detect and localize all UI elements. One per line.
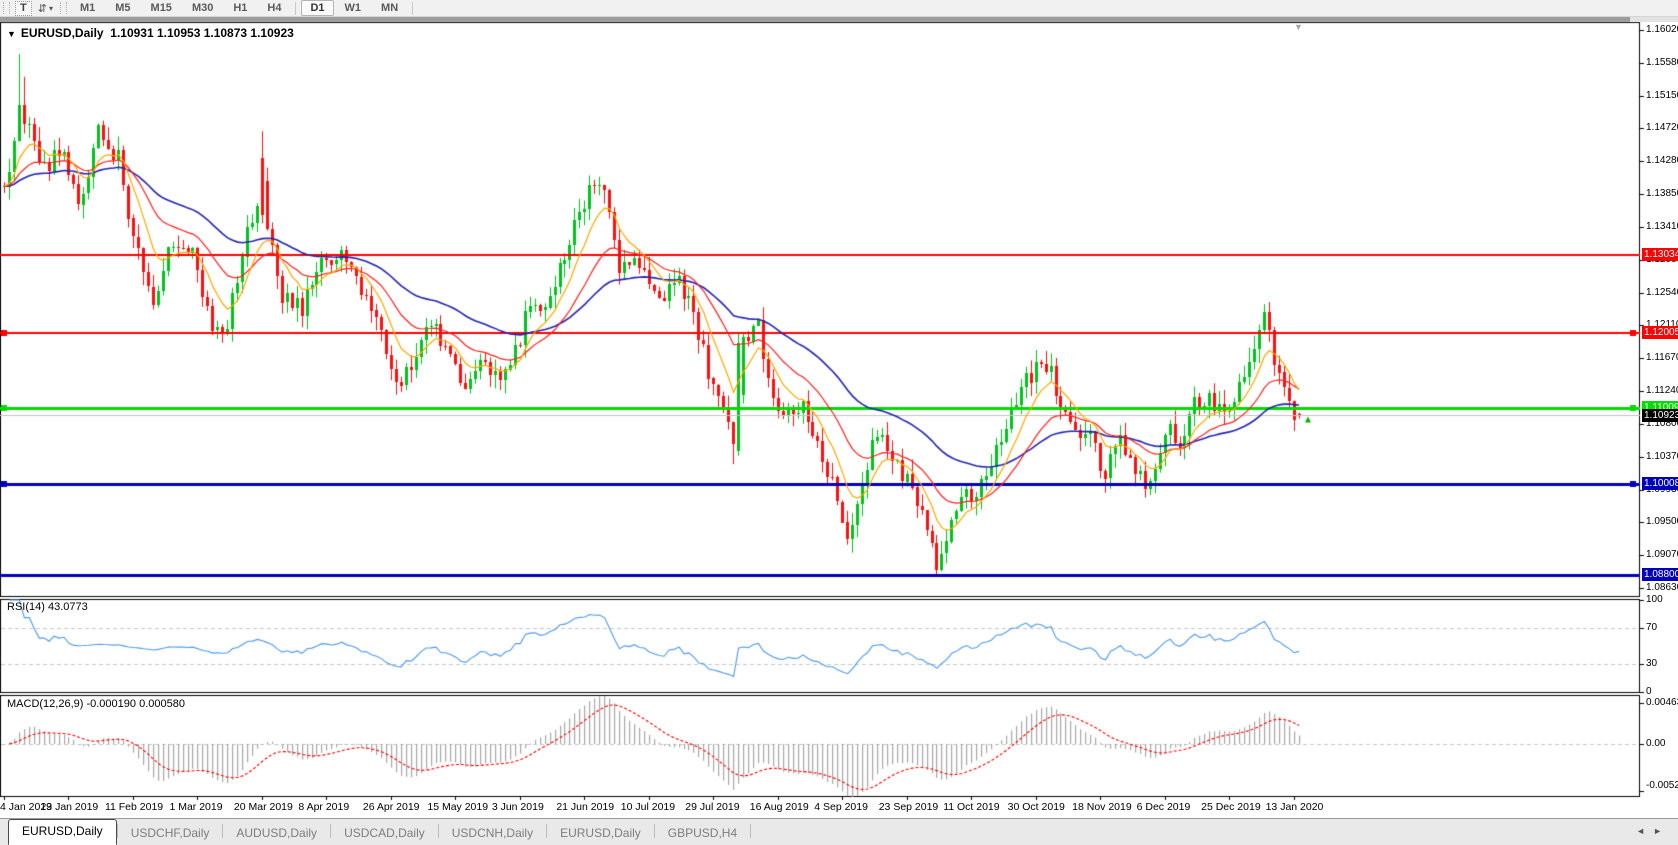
symbol-tab-eurusd-daily[interactable]: EURUSD,Daily [547,822,654,845]
toolbar-separator [295,2,296,15]
price-axis-tick: 1.11240 [1646,385,1678,396]
trading-terminal: { "toolbar": { "text_tool_label": "T", "… [0,0,1678,845]
date-axis-label: 16 Aug 2019 [750,801,809,813]
date-axis-label: 25 Dec 2019 [1201,801,1261,813]
timeframe-button-d1[interactable]: D1 [301,0,333,16]
tab-scroll-right-icon[interactable]: ► [1653,826,1670,836]
date-axis-label: 4 Sep 2019 [814,801,868,813]
toolbar-grip[interactable] [3,2,10,14]
rsi-axis-tick: 70 [1646,622,1657,633]
price-axis-tick: 1.09070 [1646,549,1678,560]
scrollbar-thumb[interactable] [0,17,1630,22]
rsi-indicator-label: RSI(14) 43.0773 [7,601,88,613]
hline-price-label[interactable]: 1.13034 [1642,248,1678,261]
rsi-axis-tick: 0 [1646,686,1652,697]
date-axis-label: 30 Oct 2019 [1008,801,1065,813]
date-axis-label: 3 Jun 2019 [492,801,544,813]
chart-shift-marker-icon[interactable]: ▼ [1294,22,1303,32]
price-axis-tick: 1.15150 [1646,90,1678,101]
style-arrows-icon: ⇵ [38,2,47,15]
date-axis-label: 21 Jun 2019 [556,801,614,813]
date-axis-label: 23 Jan 2019 [40,801,98,813]
price-axis-tick: 1.13410 [1646,221,1678,232]
chart-title: ▼ EURUSD,Daily 1.10931 1.10953 1.10873 1.… [7,26,294,40]
date-axis-label: 11 Oct 2019 [943,801,999,813]
price-axis-tick: 1.14720 [1646,122,1678,133]
date-axis-label: 1 Mar 2019 [169,801,222,813]
date-axis-label: 10 Jul 2019 [621,801,675,813]
symbol-tab-bar: EURUSD,DailyUSDCHF,DailyAUDUSD,DailyUSDC… [0,818,1678,845]
candle-style-button[interactable]: ⇵ ▾ [36,1,55,15]
date-axis-label: 8 Apr 2019 [298,801,349,813]
toolbar-grip[interactable] [60,2,67,14]
timeframe-button-m1[interactable]: M1 [71,0,104,16]
date-axis-label: 26 Apr 2019 [363,801,420,813]
date-axis-label: 13 Jan 2020 [1266,801,1324,813]
timeframe-button-m15[interactable]: M15 [142,0,181,16]
rsi-axis-tick: 30 [1646,658,1657,669]
rsi-axis-tick: 100 [1646,594,1663,605]
price-axis-tick: 1.16020 [1646,24,1678,35]
tab-scroll-left-icon[interactable]: ◄ [1636,826,1653,836]
date-axis-label: 6 Dec 2019 [1137,801,1191,813]
price-axis-tick: 1.15580 [1646,57,1678,68]
price-axis-tick: 1.12540 [1646,287,1678,298]
hline-price-label[interactable]: 1.12005 [1642,326,1678,339]
timeframe-button-mn[interactable]: MN [372,0,407,16]
price-axis-tick: 1.09500 [1646,516,1678,527]
price-chart-canvas[interactable] [0,0,1678,845]
tab-divider [750,824,751,838]
timeframe-button-group: M1M5M15M30H1H4 D1W1MN [70,0,408,16]
toolbar-separator [412,2,413,15]
chart-ohlc-values: 1.10931 1.10953 1.10873 1.10923 [110,26,294,40]
symbol-tab-usdcnh-daily[interactable]: USDCNH,Daily [439,822,546,845]
date-axis-label: 18 Nov 2019 [1072,801,1132,813]
chevron-down-icon[interactable]: ▾ [49,4,53,13]
timeframe-button-w1[interactable]: W1 [336,0,371,16]
date-axis-label: 11 Feb 2019 [105,801,163,813]
symbol-tab-gbpusd-h4[interactable]: GBPUSD,H4 [655,822,750,845]
timeframe-button-h4[interactable]: H4 [258,0,290,16]
timeframe-button-m30[interactable]: M30 [183,0,222,16]
timeframe-button-m5[interactable]: M5 [106,0,139,16]
text-tool-button[interactable]: T [15,1,32,16]
macd-indicator-label: MACD(12,26,9) -0.000190 0.000580 [7,698,185,710]
price-axis-tick: 1.13850 [1646,188,1678,199]
date-axis-label: 20 Mar 2019 [234,801,293,813]
chart-horizontal-scrollbar[interactable] [0,17,1678,22]
current-price-label: 1.10923 [1642,409,1678,422]
macd-axis-tick: -0.00529 [1646,780,1678,791]
hline-price-label[interactable]: 1.10008 [1642,477,1678,490]
price-axis-tick: 1.10370 [1646,451,1678,462]
chart-symbol-period: EURUSD,Daily [21,26,104,40]
date-axis-label: 15 May 2019 [427,801,488,813]
date-axis-label: 23 Sep 2019 [879,801,939,813]
symbol-tab-eurusd-daily[interactable]: EURUSD,Daily [8,819,117,845]
symbol-tab-usdchf-daily[interactable]: USDCHF,Daily [118,822,223,845]
price-axis-tick: 1.11670 [1646,352,1678,363]
top-toolbar: T ⇵ ▾ M1M5M15M30H1H4 D1W1MN [0,0,1678,17]
chart-dropdown-icon[interactable]: ▼ [7,29,16,39]
tab-scroll-arrows: ◄► [1636,826,1670,836]
timeframe-button-h1[interactable]: H1 [224,0,256,16]
hline-price-label[interactable]: 1.08800 [1642,568,1678,581]
price-axis-tick: 1.08630 [1646,582,1678,593]
symbol-tab-audusd-daily[interactable]: AUDUSD,Daily [223,822,330,845]
price-axis-tick: 1.14280 [1646,155,1678,166]
symbol-tab-usdcad-daily[interactable]: USDCAD,Daily [331,822,438,845]
date-axis-label: 29 Jul 2019 [685,801,739,813]
macd-axis-tick: 0.00463 [1646,697,1678,708]
macd-axis-tick: 0.00 [1646,738,1665,749]
